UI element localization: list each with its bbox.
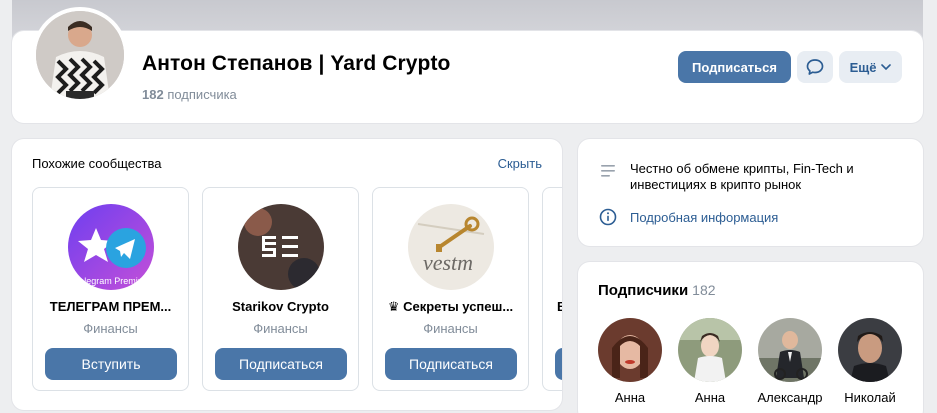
group-name: Starikov Crypto (232, 299, 329, 314)
about-block: Честно об обмене крипты, Fin-Tech и инве… (578, 139, 923, 246)
profile-name: Антон Степанов | Yard Crypto (142, 52, 451, 75)
subscribers-label: подписчика (167, 87, 237, 102)
subscriber-item[interactable]: Анна (670, 318, 750, 405)
subscribers-title-label: Подписчики (598, 282, 689, 299)
avatar (758, 318, 822, 382)
profile-subscribers[interactable]: 182 подписчика (142, 87, 237, 102)
subscriber-name: Александр (757, 390, 823, 405)
hide-link[interactable]: Скрыть (498, 156, 542, 171)
group-category: Финансы (253, 321, 308, 336)
group-card[interactable]: B (542, 187, 562, 391)
group-card[interactable]: elegram Premiu ТЕЛЕГРАМ ПРЕМ... Финансы … (32, 187, 189, 391)
subscriber-item[interactable]: Николай (830, 318, 910, 405)
similar-communities: Похожие сообщества Скрыть elegram Premiu… (12, 139, 562, 410)
subscribe-group-button[interactable]: Подписаться (215, 348, 347, 380)
group-card[interactable]: Starikov Crypto Финансы Подписаться (202, 187, 359, 391)
group-avatar: elegram Premiu (68, 204, 154, 290)
similar-title: Похожие сообщества (32, 156, 162, 171)
group-avatar: vestm (408, 204, 494, 290)
avatar (838, 318, 902, 382)
message-button[interactable] (797, 51, 833, 83)
subscriber-item[interactable]: Александр (750, 318, 830, 405)
about-description: Честно об обмене крипты, Fin-Tech и инве… (630, 161, 854, 192)
subscribers-title[interactable]: Подписчики 182 (598, 282, 716, 299)
group-category: Финансы (83, 321, 138, 336)
more-label: Ещё (849, 59, 877, 75)
subscribers-count: 182 (142, 87, 164, 102)
profile-avatar[interactable] (32, 7, 128, 103)
profile-header: Антон Степанов | Yard Crypto 182 подписч… (12, 7, 923, 123)
group-name: ♛ Секреты успеш... (387, 299, 514, 314)
subscribers-block: Подписчики 182 Анна Анна Александр Никол… (578, 262, 923, 413)
group-avatar-text: vestm (423, 250, 473, 275)
subscriber-item[interactable]: Анна (590, 318, 670, 405)
subscriber-name: Анна (694, 390, 726, 405)
avatar (598, 318, 662, 382)
subscribe-group-button[interactable]: Подписаться (385, 348, 517, 380)
subscribers-title-count: 182 (692, 282, 716, 298)
chevron-down-icon (881, 64, 892, 70)
join-button[interactable]: Вступить (45, 348, 177, 380)
group-avatar (238, 204, 324, 290)
group-name: ТЕЛЕГРАМ ПРЕМ... (49, 299, 172, 314)
group-button[interactable] (555, 348, 562, 380)
details-link[interactable]: Подробная информация (630, 210, 778, 225)
avatar (678, 318, 742, 382)
description-icon (598, 161, 618, 181)
info-icon (598, 207, 618, 227)
message-icon (806, 59, 824, 75)
subscriber-name: Николай (844, 390, 896, 405)
group-name: B (557, 299, 562, 314)
more-button[interactable]: Ещё (839, 51, 902, 83)
subscriber-name: Анна (614, 390, 646, 405)
group-avatar-text: elegram Premiu (79, 276, 143, 286)
group-card[interactable]: vestm ♛ Секреты успеш... Финансы Подписа… (372, 187, 529, 391)
subscribe-button[interactable]: Подписаться (678, 51, 791, 83)
group-category: Финансы (423, 321, 478, 336)
